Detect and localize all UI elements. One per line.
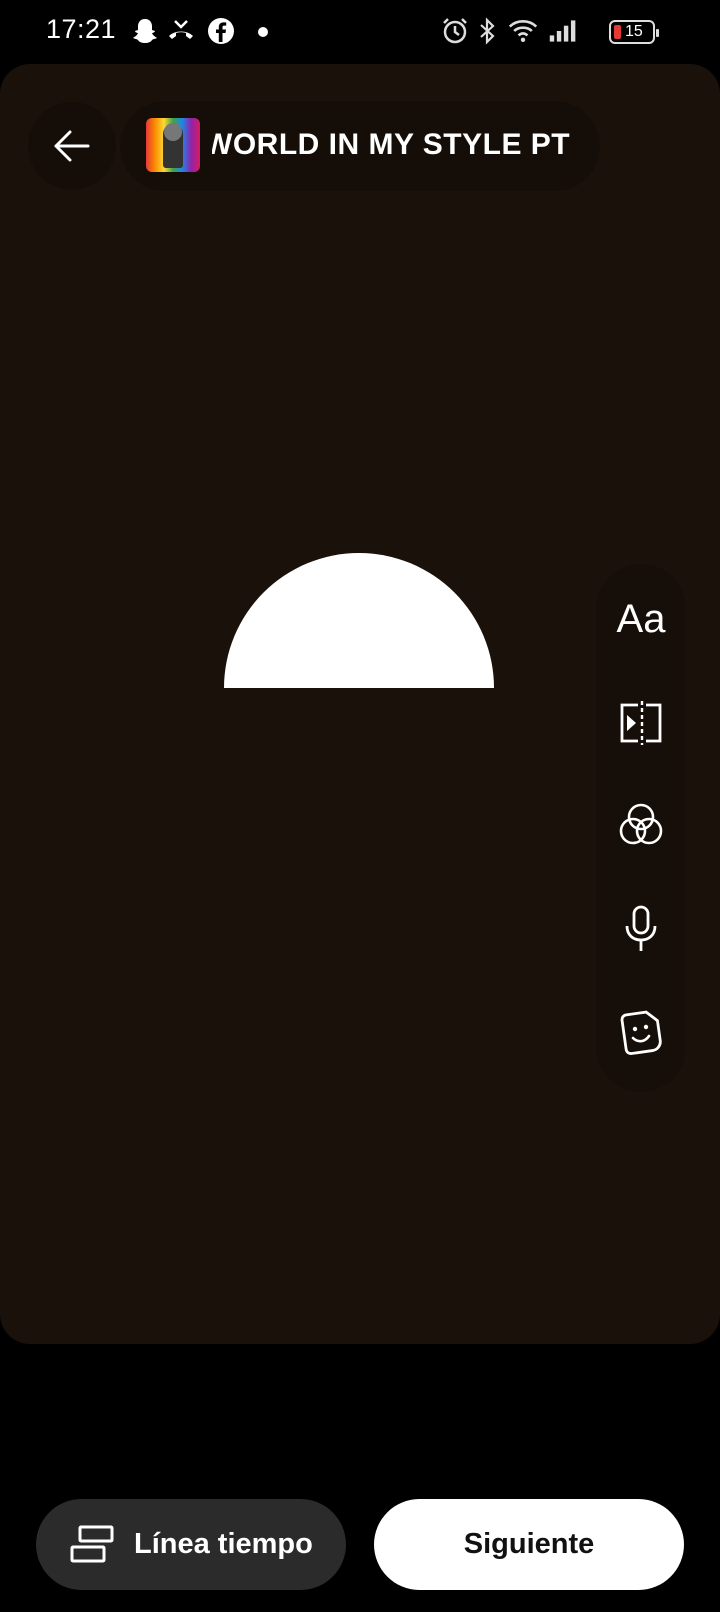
text-tool-button[interactable]: Aa	[596, 574, 686, 664]
next-button[interactable]: Siguiente	[374, 1499, 684, 1590]
text-tool-label: Aa	[616, 596, 666, 641]
voiceover-tool-button[interactable]	[596, 884, 686, 974]
audio-track-pill[interactable]: WORLD IN MY STYLE PT	[120, 101, 600, 191]
video-frame-shape	[224, 553, 494, 688]
notification-dot	[258, 27, 268, 37]
back-button[interactable]	[28, 102, 116, 190]
battery-level: 15	[625, 23, 643, 40]
clips-tool-button[interactable]	[596, 678, 686, 768]
split-clip-icon	[620, 701, 662, 745]
video-canvas[interactable]: WORLD IN MY STYLE PT Aa	[0, 64, 720, 1344]
timeline-icon	[70, 1525, 114, 1562]
missed-call-icon	[169, 20, 193, 39]
side-toolbar: Aa	[596, 564, 686, 1092]
microphone-icon	[625, 905, 657, 951]
sticker-tool-button[interactable]	[596, 988, 686, 1078]
audio-cover-art	[146, 118, 200, 172]
timeline-button[interactable]: Línea tiempo	[36, 1499, 346, 1590]
signal-icon	[549, 20, 576, 42]
status-time: 17:21	[46, 14, 117, 44]
sticker-icon	[620, 1010, 662, 1055]
status-bar: 17:21 15	[0, 0, 720, 64]
bluetooth-icon	[480, 17, 495, 45]
filters-tool-button[interactable]	[596, 780, 686, 870]
snapchat-icon	[133, 19, 157, 43]
battery-icon: 15	[609, 20, 659, 44]
wifi-icon	[508, 19, 538, 43]
facebook-icon	[208, 18, 234, 44]
filters-icon	[619, 803, 663, 845]
timeline-label: Línea tiempo	[134, 1528, 313, 1560]
alarm-icon	[443, 18, 467, 44]
back-arrow-icon	[54, 130, 90, 162]
audio-track-title: WORLD IN MY STYLE PT	[212, 128, 571, 161]
next-label: Siguiente	[463, 1528, 595, 1560]
